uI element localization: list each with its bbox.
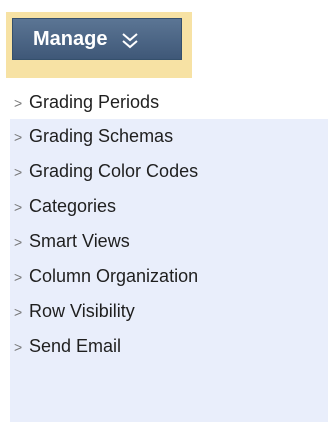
menu-item-row-visibility[interactable]: > Row Visibility — [10, 294, 328, 329]
menu-item-label: Grading Color Codes — [29, 161, 199, 181]
manage-label: Manage — [33, 28, 108, 50]
chevron-right-icon: > — [14, 234, 23, 250]
menu-item-label: Smart Views — [29, 231, 130, 251]
chevron-right-icon: > — [14, 164, 23, 180]
menu-item-column-organization[interactable]: > Column Organization — [10, 259, 328, 294]
menu-item-label: Categories — [29, 196, 117, 216]
menu-item-label: Grading Schemas — [29, 126, 174, 146]
menu-item-grading-color-codes[interactable]: > Grading Color Codes — [10, 154, 328, 189]
menu-item-label: Send Email — [29, 336, 122, 356]
chevron-right-icon: > — [14, 339, 23, 355]
manage-button[interactable]: Manage — [12, 18, 182, 60]
chevron-right-icon: > — [14, 129, 23, 145]
chevron-right-icon: > — [14, 269, 23, 285]
manage-menu: > Grading Periods > Grading Schemas > Gradi… — [10, 86, 328, 422]
chevron-right-icon: > — [14, 199, 23, 215]
menu-item-label: Column Organization — [29, 266, 199, 286]
menu-item-categories[interactable]: > Categories — [10, 189, 328, 224]
page: Manage > Grading Periods > Grading Schemas… — [0, 0, 334, 424]
menu-item-grading-schemas[interactable]: > Grading Schemas — [10, 119, 328, 154]
menu-item-label: Row Visibility — [29, 301, 135, 321]
menu-item-smart-views[interactable]: > Smart Views — [10, 224, 328, 259]
chevron-right-icon: > — [14, 304, 23, 320]
chevron-right-icon: > — [14, 95, 23, 111]
menu-item-grading-periods[interactable]: > Grading Periods — [10, 86, 328, 119]
menu-item-send-email[interactable]: > Send Email — [10, 329, 328, 364]
menu-item-label: Grading Periods — [29, 92, 160, 112]
double-chevron-down-icon — [119, 27, 141, 51]
